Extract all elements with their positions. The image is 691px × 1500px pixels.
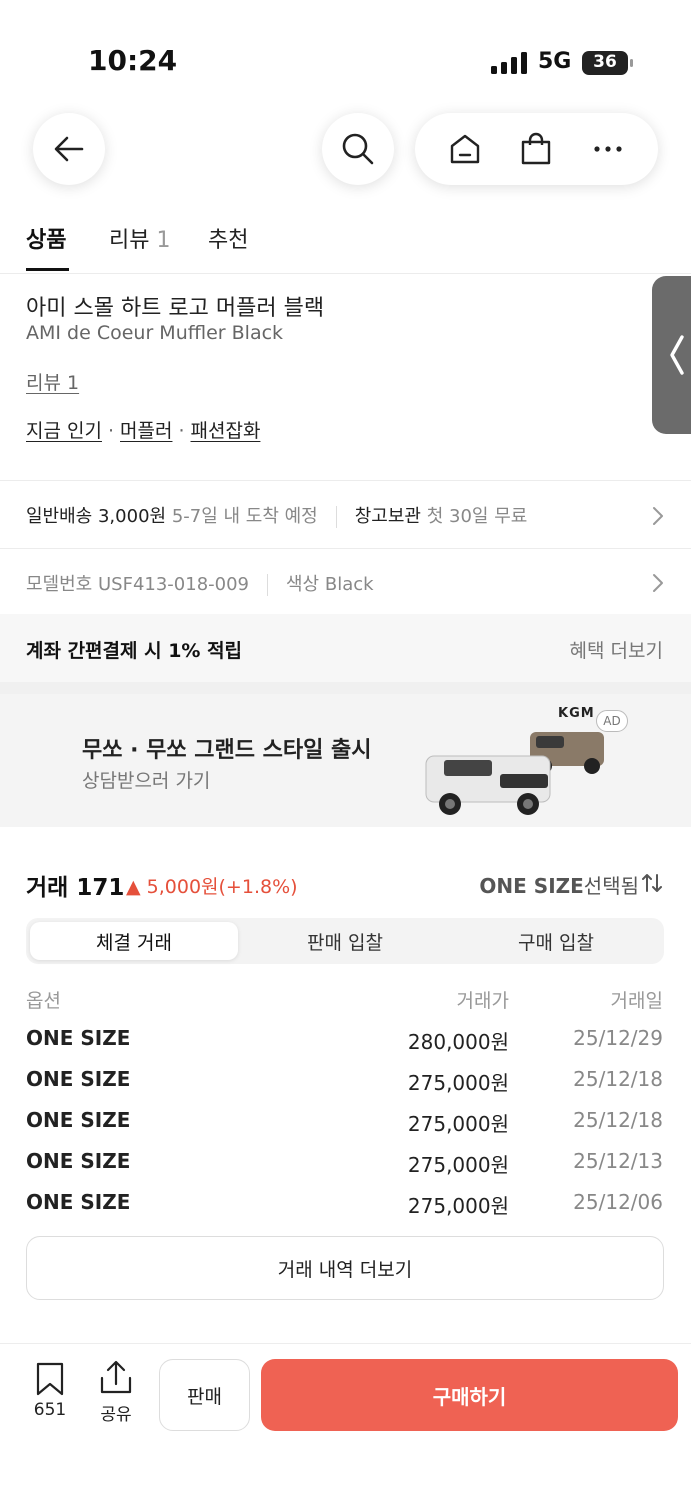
- trade-date: 25/12/18: [573, 1108, 663, 1132]
- model-label: 모델번호: [26, 574, 93, 595]
- share-icon: [100, 1360, 132, 1394]
- status-time: 10:24: [88, 44, 178, 77]
- section-separator: [0, 682, 691, 694]
- battery-icon: 36: [582, 50, 634, 76]
- ad-title: 무쏘 · 무쏘 그랜드 스타일 출시: [82, 738, 372, 763]
- category-link-popular[interactable]: 지금 인기: [26, 420, 102, 442]
- more-horizontal-icon: [594, 146, 622, 152]
- tab-divider: [0, 273, 691, 274]
- trade-price: 275,000원: [407, 1194, 509, 1218]
- review-link[interactable]: 리뷰 1: [26, 368, 79, 395]
- buy-button[interactable]: 구매하기: [261, 1359, 678, 1431]
- share-label: 공유: [100, 1405, 132, 1425]
- trade-option: ONE SIZE: [26, 1026, 131, 1050]
- color-value: Black: [324, 574, 374, 595]
- battery-level: 36: [593, 52, 617, 72]
- trade-segmented-control: 체결 거래 판매 입찰 구매 입찰: [26, 918, 664, 964]
- storage-note: 첫 30일 무료: [426, 506, 528, 527]
- separator-dot: ·: [178, 420, 185, 442]
- home-button[interactable]: [448, 132, 482, 166]
- shipping-fee: 3,000원: [97, 506, 167, 527]
- segment-sell-bids[interactable]: 판매 입찰: [241, 922, 449, 960]
- signal-icon: [491, 52, 527, 74]
- price-change: ▲ 5,000원(+1.8%): [126, 876, 298, 898]
- nav-actions-group: [415, 113, 658, 185]
- side-panel-handle[interactable]: [652, 276, 691, 434]
- search-icon: [342, 133, 374, 165]
- shipping-row[interactable]: 일반배송 3,000원 5-7일 내 도착 예정 창고보관 첫 30일 무료: [26, 502, 527, 528]
- tab-review-label: 리뷰: [109, 228, 150, 253]
- header-date: 거래일: [610, 990, 663, 1012]
- trade-price: 275,000원: [407, 1112, 509, 1136]
- trade-price: 275,000원: [407, 1071, 509, 1095]
- shipping-eta: 5-7일 내 도착 예정: [171, 506, 318, 527]
- bookmark-count: 651: [33, 1400, 67, 1420]
- product-name-en: AMI de Coeur Muffler Black: [26, 322, 284, 344]
- header-option: 옵션: [26, 990, 61, 1012]
- category-link-fashion[interactable]: 패션잡화: [191, 420, 261, 442]
- model-number: USF413-018-009: [97, 574, 249, 595]
- separator-dot: ·: [107, 420, 115, 442]
- category-links: 지금 인기 · 머플러 · 패션잡화: [26, 416, 260, 443]
- chevron-right-icon: [653, 574, 663, 592]
- cart-button[interactable]: [519, 132, 553, 166]
- vertical-divider: [335, 506, 337, 528]
- trade-option: ONE SIZE: [26, 1149, 131, 1173]
- storage-label: 창고보관: [354, 506, 421, 527]
- trade-option: ONE SIZE: [26, 1108, 131, 1132]
- trade-date: 25/12/18: [573, 1067, 663, 1091]
- shipping-label: 일반배송: [26, 506, 93, 527]
- search-button[interactable]: [322, 113, 394, 185]
- bookmark-icon: [36, 1362, 64, 1396]
- trade-option: ONE SIZE: [26, 1190, 131, 1214]
- ad-brand-logo: KGM: [558, 706, 595, 721]
- section-divider: [0, 548, 691, 549]
- sort-icon[interactable]: [641, 872, 663, 894]
- sell-button[interactable]: 판매: [159, 1359, 250, 1431]
- network-label: 5G: [538, 49, 572, 74]
- trade-price: 280,000원: [407, 1030, 509, 1054]
- trade-option: ONE SIZE: [26, 1067, 131, 1091]
- home-icon: [450, 134, 480, 164]
- trade-date: 25/12/06: [573, 1190, 663, 1214]
- product-name-ko: 아미 스몰 하트 로고 머플러 블랙: [26, 296, 325, 321]
- header-price: 거래가: [456, 990, 509, 1012]
- tab-review-count: 1: [156, 228, 171, 253]
- segment-completed-trades[interactable]: 체결 거래: [30, 922, 238, 960]
- chevron-right-icon: [653, 507, 663, 525]
- ad-car-image: [425, 732, 604, 815]
- share-button[interactable]: [98, 1360, 134, 1396]
- trade-price: 275,000원: [407, 1153, 509, 1177]
- more-button[interactable]: [591, 132, 625, 166]
- trade-count-title: 거래 171: [26, 875, 125, 901]
- size-selected: ONE SIZE: [479, 874, 584, 898]
- arrow-left-icon: [54, 136, 84, 162]
- benefit-text: 계좌 간편결제 시 1% 적립: [26, 640, 243, 662]
- ad-subtitle: 상담받으러 가기: [82, 770, 211, 792]
- chevron-left-icon: [670, 335, 684, 375]
- size-suffix: 선택됨: [583, 874, 639, 898]
- section-divider: [0, 480, 691, 481]
- tab-recommend[interactable]: 추천: [208, 222, 248, 254]
- segment-buy-bids[interactable]: 구매 입찰: [452, 922, 660, 960]
- tab-product[interactable]: 상품: [26, 222, 66, 254]
- vertical-divider: [267, 574, 268, 596]
- size-selector[interactable]: ONE SIZE선택됨: [479, 870, 639, 899]
- shopping-bag-icon: [522, 132, 551, 165]
- tab-review[interactable]: 리뷰 1: [109, 222, 170, 254]
- category-link-muffler[interactable]: 머플러: [120, 420, 172, 442]
- bookmark-button[interactable]: [32, 1362, 68, 1396]
- tab-underline: [26, 268, 69, 271]
- trade-history-more-button[interactable]: 거래 내역 더보기: [26, 1236, 664, 1300]
- trade-date: 25/12/13: [573, 1149, 663, 1173]
- model-row[interactable]: 모델번호 USF413-018-009 색상 Black: [26, 570, 374, 596]
- color-label: 색상: [286, 574, 320, 595]
- trade-date: 25/12/29: [573, 1026, 663, 1050]
- benefit-more-link[interactable]: 혜택 더보기: [570, 636, 663, 663]
- back-button[interactable]: [33, 113, 105, 185]
